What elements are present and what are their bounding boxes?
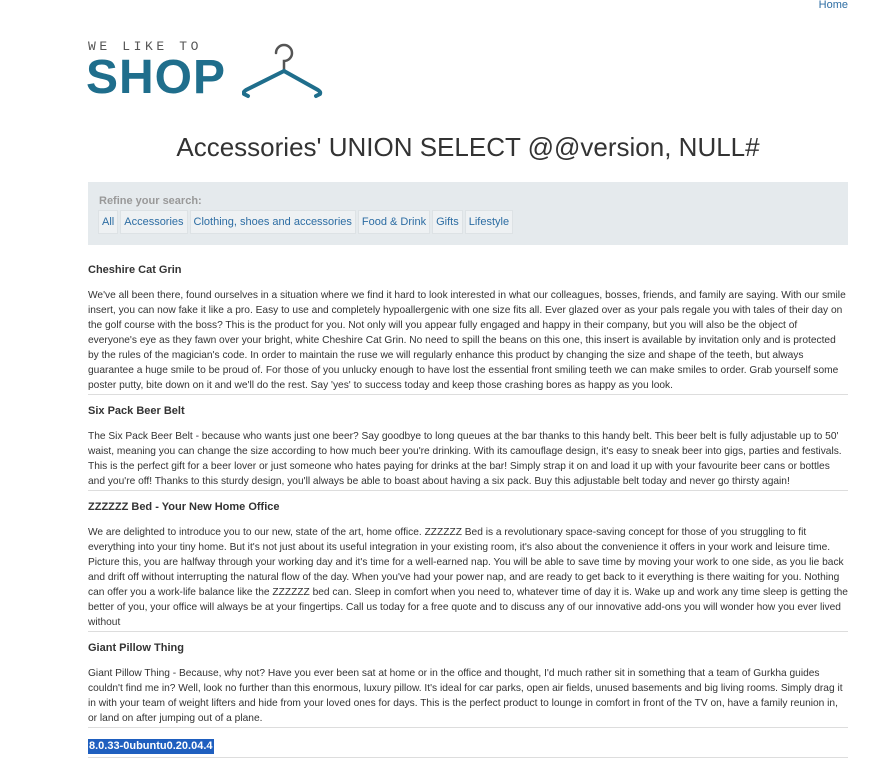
filter-lifestyle[interactable]: Lifestyle [464,210,514,234]
product-description: We are delighted to introduce you to our… [88,527,848,628]
product-name: ZZZZZZ Bed - Your New Home Office [88,501,280,513]
filter-gifts[interactable]: Gifts [432,210,463,234]
top-nav: Home [819,0,848,11]
filter-all[interactable]: All [98,210,119,234]
product-description: Giant Pillow Thing - Because, why not? H… [88,668,843,724]
home-link[interactable]: Home [819,0,848,11]
product-description: The Six Pack Beer Belt - because who wan… [88,431,842,487]
hanger-icon [242,43,323,98]
logo-wordmark: SHOP [86,51,227,104]
filter-clothing[interactable]: Clothing, shoes and accessories [189,210,356,234]
product-description: We've all been there, found ourselves in… [88,290,846,391]
page-title: Accessories' UNION SELECT @@version, NUL… [176,132,760,162]
product-name: Six Pack Beer Belt [88,405,185,417]
product-list: Cheshire Cat Grin We've all been there, … [88,262,848,758]
product-item: ZZZZZZ Bed - Your New Home Office We are… [88,499,848,632]
refine-search-panel: Refine your search: All Accessories Clot… [88,182,848,245]
product-name: Cheshire Cat Grin [88,264,182,276]
filter-accessories[interactable]: Accessories [120,210,188,234]
refine-search-label: Refine your search: [99,195,202,207]
product-item: Six Pack Beer Belt The Six Pack Beer Bel… [88,403,848,491]
product-item: 8.0.33-0ubuntu0.20.04.4 [88,736,848,758]
leaked-version-text[interactable]: 8.0.33-0ubuntu0.20.04.4 [88,739,214,754]
product-name: Giant Pillow Thing [88,642,184,654]
product-item: Giant Pillow Thing Giant Pillow Thing - … [88,640,848,728]
category-filter-list: All Accessories Clothing, shoes and acce… [98,210,514,234]
site-logo[interactable]: WE LIKE TO SHOP [86,38,328,104]
product-item: Cheshire Cat Grin We've all been there, … [88,262,848,395]
filter-food-drink[interactable]: Food & Drink [357,210,431,234]
